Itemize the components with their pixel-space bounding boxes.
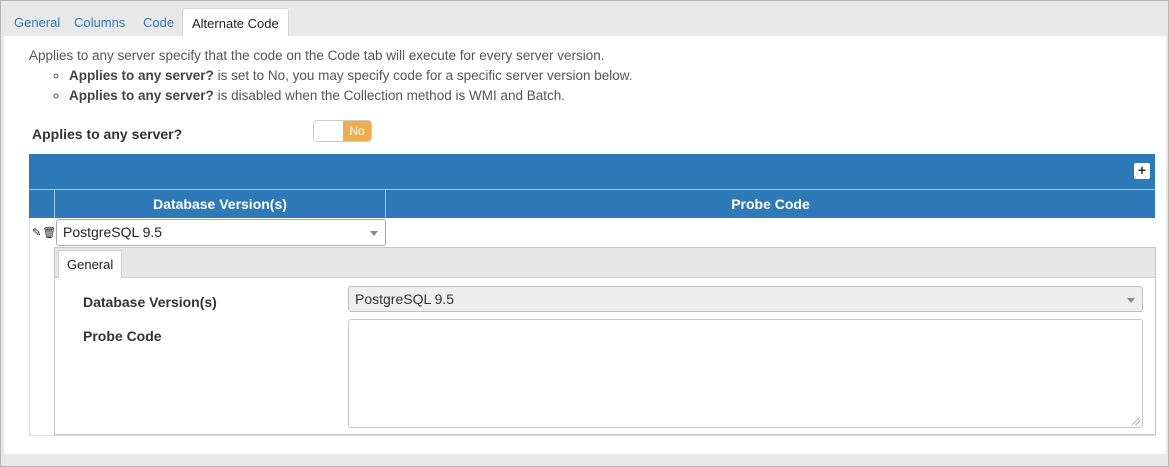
column-header-row: Database Version(s) Probe Code [29, 189, 1155, 218]
tab-code[interactable]: Code [134, 8, 183, 37]
table-row: ✎🗑 PostgreSQL 9.5 [29, 218, 1155, 247]
edit-icon[interactable]: ✎ [32, 227, 41, 239]
help-intro: Applies to any server specify that the c… [29, 48, 605, 63]
tab-general[interactable]: General [5, 8, 69, 37]
tab-bar: General Columns Code Alternate Code [2, 2, 1167, 37]
column-header-database-version[interactable]: Database Version(s) [54, 190, 385, 218]
detail-tab-bar: General [55, 248, 1155, 278]
help-bullet-text: is disabled when the Collection method i… [213, 88, 565, 103]
column-header-probe-code[interactable]: Probe Code [385, 190, 1155, 218]
help-bullet-text: is set to No, you may specify code for a… [213, 68, 633, 83]
applies-to-any-server-label: Applies to any server? [32, 126, 183, 142]
help-list: Applies to any server? is set to No, you… [29, 66, 633, 106]
probe-code-textarea[interactable] [348, 319, 1143, 428]
help-bullet: Applies to any server? is set to No, you… [69, 66, 633, 86]
tab-columns[interactable]: Columns [65, 8, 134, 37]
help-text: Applies to any server specify that the c… [29, 48, 633, 106]
delete-icon[interactable]: 🗑 [42, 227, 56, 239]
plus-icon[interactable]: + [1134, 163, 1150, 179]
chevron-down-icon [370, 231, 378, 236]
row-detail-container: General Database Version(s) PostgreSQL 9… [29, 247, 1156, 436]
row-actions: ✎🗑 [32, 226, 57, 239]
row-detail-panel: General Database Version(s) PostgreSQL 9… [54, 247, 1156, 435]
detail-tab-general[interactable]: General [58, 250, 123, 278]
database-version-value: PostgreSQL 9.5 [63, 224, 163, 240]
help-bullet: Applies to any server? is disabled when … [69, 86, 633, 106]
tab-alternate-code[interactable]: Alternate Code [182, 8, 289, 37]
help-bullet-bold: Applies to any server? [69, 68, 214, 83]
detail-database-version-select[interactable]: PostgreSQL 9.5 [348, 286, 1143, 312]
detail-probe-code-label: Probe Code [83, 328, 162, 344]
database-version-select[interactable]: PostgreSQL 9.5 [56, 219, 386, 246]
applies-to-any-server-toggle[interactable]: No [313, 120, 372, 142]
toggle-value: No [343, 121, 371, 141]
detail-database-version-value: PostgreSQL 9.5 [355, 291, 455, 307]
help-bullet-bold: Applies to any server? [69, 88, 214, 103]
chevron-down-icon [1127, 298, 1135, 303]
grid-header: + Database Version(s) Probe Code [29, 154, 1155, 218]
toggle-knob [314, 121, 344, 141]
resize-handle-icon[interactable] [1132, 417, 1140, 425]
properties-dialog: General Columns Code Alternate Code Appl… [0, 0, 1169, 467]
detail-database-version-label: Database Version(s) [83, 294, 217, 310]
